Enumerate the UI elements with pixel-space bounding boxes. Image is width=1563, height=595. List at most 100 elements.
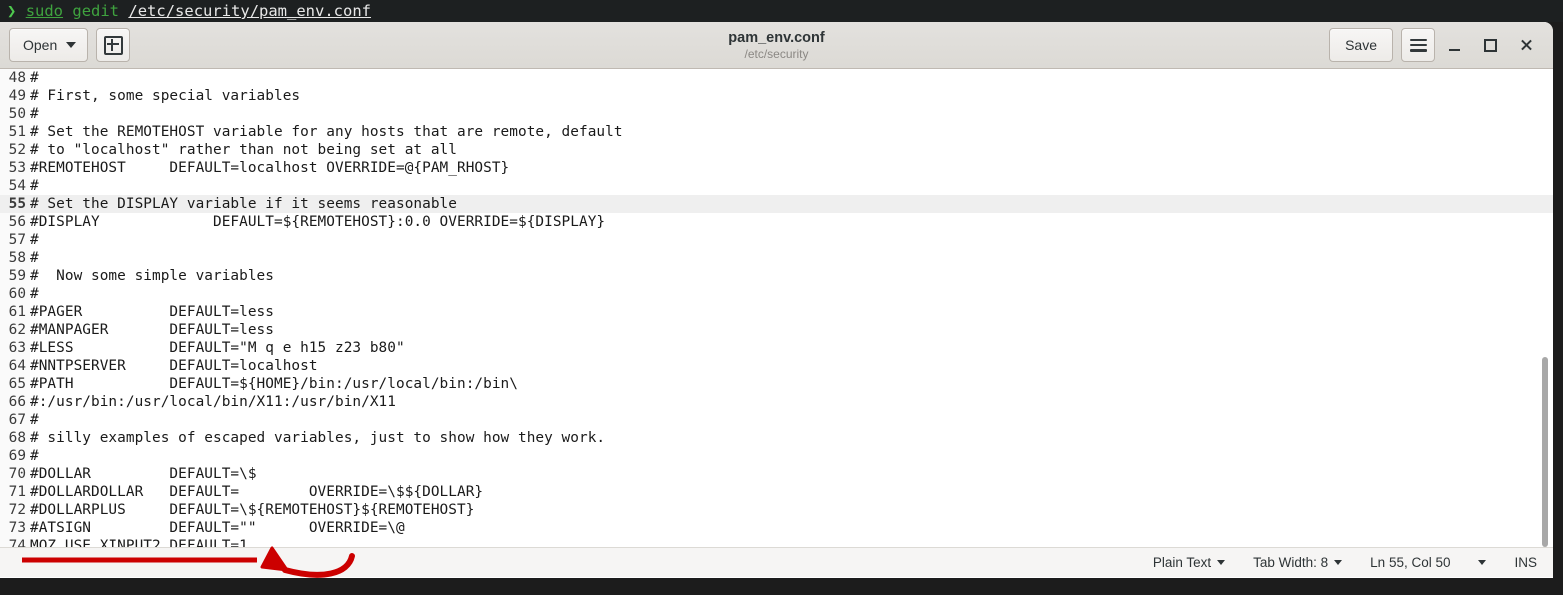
line-text[interactable]: #	[30, 69, 1553, 87]
line-number: 74	[0, 537, 30, 547]
maximize-button[interactable]	[1473, 28, 1507, 62]
line-number: 65	[0, 375, 30, 393]
terminal-program-token: gedit	[72, 2, 119, 20]
code-line[interactable]: 57#	[0, 231, 1553, 249]
text-editor-area[interactable]: 48#49# First, some special variables50#5…	[0, 69, 1553, 547]
line-text[interactable]: #	[30, 231, 1553, 249]
code-line[interactable]: 63#LESS DEFAULT="M q e h15 z23 b80"	[0, 339, 1553, 357]
line-text[interactable]: MOZ_USE_XINPUT2 DEFAULT=1	[30, 537, 1553, 547]
code-line[interactable]: 54#	[0, 177, 1553, 195]
language-selector[interactable]: Plain Text	[1139, 555, 1239, 570]
new-tab-button[interactable]	[96, 28, 130, 62]
cursor-position-selector[interactable]: Ln 55, Col 50	[1356, 555, 1464, 570]
line-text[interactable]: #DISPLAY DEFAULT=${REMOTEHOST}:0.0 OVERR…	[30, 213, 1553, 231]
header-right-group: Save	[1329, 28, 1553, 62]
line-text[interactable]: #	[30, 447, 1553, 465]
code-line[interactable]: 56#DISPLAY DEFAULT=${REMOTEHOST}:0.0 OVE…	[0, 213, 1553, 231]
line-text[interactable]: #	[30, 285, 1553, 303]
code-line[interactable]: 74MOZ_USE_XINPUT2 DEFAULT=1	[0, 537, 1553, 547]
vertical-scrollbar[interactable]	[1542, 357, 1548, 547]
tab-width-selector[interactable]: Tab Width: 8	[1239, 555, 1356, 570]
code-line[interactable]: 48#	[0, 69, 1553, 87]
save-button[interactable]: Save	[1329, 28, 1393, 62]
terminal-path-token: /etc/security/pam_env.conf	[128, 2, 371, 20]
line-number: 58	[0, 249, 30, 267]
line-number: 72	[0, 501, 30, 519]
page-title: pam_env.conf	[728, 30, 824, 47]
line-number: 67	[0, 411, 30, 429]
line-number: 62	[0, 321, 30, 339]
line-text[interactable]: #REMOTEHOST DEFAULT=localhost OVERRIDE=@…	[30, 159, 1553, 177]
cursor-position-dropdown[interactable]	[1464, 560, 1500, 565]
line-text[interactable]: #DOLLAR DEFAULT=\$	[30, 465, 1553, 483]
code-line[interactable]: 70#DOLLAR DEFAULT=\$	[0, 465, 1553, 483]
line-text[interactable]: # Set the DISPLAY variable if it seems r…	[30, 195, 1553, 213]
line-text[interactable]: #	[30, 105, 1553, 123]
terminal-command-line: ❯ sudo gedit /etc/security/pam_env.conf	[0, 0, 1563, 22]
line-text[interactable]: #PAGER DEFAULT=less	[30, 303, 1553, 321]
code-line[interactable]: 69#	[0, 447, 1553, 465]
line-text[interactable]: # Now some simple variables	[30, 267, 1553, 285]
line-text[interactable]: #LESS DEFAULT="M q e h15 z23 b80"	[30, 339, 1553, 357]
line-text[interactable]: #ATSIGN DEFAULT="" OVERRIDE=\@	[30, 519, 1553, 537]
line-text[interactable]: # First, some special variables	[30, 87, 1553, 105]
line-number: 63	[0, 339, 30, 357]
plus-box-icon	[104, 36, 123, 55]
close-icon	[1520, 39, 1533, 52]
line-number: 70	[0, 465, 30, 483]
hamburger-icon	[1410, 39, 1427, 52]
line-text[interactable]: #PATH DEFAULT=${HOME}/bin:/usr/local/bin…	[30, 375, 1553, 393]
chevron-down-icon	[1334, 560, 1342, 565]
code-line[interactable]: 51# Set the REMOTEHOST variable for any …	[0, 123, 1553, 141]
chevron-down-icon	[1217, 560, 1225, 565]
code-line[interactable]: 68# silly examples of escaped variables,…	[0, 429, 1553, 447]
open-button-label: Open	[23, 37, 57, 53]
code-line[interactable]: 62#MANPAGER DEFAULT=less	[0, 321, 1553, 339]
code-line[interactable]: 61#PAGER DEFAULT=less	[0, 303, 1553, 321]
code-line[interactable]: 66#:/usr/bin:/usr/local/bin/X11:/usr/bin…	[0, 393, 1553, 411]
line-number: 64	[0, 357, 30, 375]
code-line[interactable]: 73#ATSIGN DEFAULT="" OVERRIDE=\@	[0, 519, 1553, 537]
line-text[interactable]: #	[30, 249, 1553, 267]
line-number: 51	[0, 123, 30, 141]
code-line[interactable]: 53#REMOTEHOST DEFAULT=localhost OVERRIDE…	[0, 159, 1553, 177]
code-line[interactable]: 52# to "localhost" rather than not being…	[0, 141, 1553, 159]
code-line[interactable]: 64#NNTPSERVER DEFAULT=localhost	[0, 357, 1553, 375]
code-line[interactable]: 50#	[0, 105, 1553, 123]
insert-mode-indicator: INS	[1500, 555, 1537, 570]
line-text[interactable]: #	[30, 177, 1553, 195]
code-line[interactable]: 71#DOLLARDOLLAR DEFAULT= OVERRIDE=\$${DO…	[0, 483, 1553, 501]
main-menu-button[interactable]	[1401, 28, 1435, 62]
code-line[interactable]: 59# Now some simple variables	[0, 267, 1553, 285]
line-text[interactable]: # silly examples of escaped variables, j…	[30, 429, 1553, 447]
line-number: 59	[0, 267, 30, 285]
line-text[interactable]: #NNTPSERVER DEFAULT=localhost	[30, 357, 1553, 375]
minimize-icon	[1449, 49, 1460, 51]
line-text[interactable]: #MANPAGER DEFAULT=less	[30, 321, 1553, 339]
code-line[interactable]: 55# Set the DISPLAY variable if it seems…	[0, 195, 1553, 213]
minimize-button[interactable]	[1437, 28, 1471, 62]
chevron-down-icon	[66, 42, 76, 48]
line-number: 57	[0, 231, 30, 249]
insert-mode-label: INS	[1514, 555, 1537, 570]
close-button[interactable]	[1509, 28, 1543, 62]
code-line[interactable]: 60#	[0, 285, 1553, 303]
code-line[interactable]: 65#PATH DEFAULT=${HOME}/bin:/usr/local/b…	[0, 375, 1553, 393]
code-line[interactable]: 49# First, some special variables	[0, 87, 1553, 105]
line-text[interactable]: #:/usr/bin:/usr/local/bin/X11:/usr/bin/X…	[30, 393, 1553, 411]
window-title-block: pam_env.conf /etc/security	[0, 22, 1553, 68]
code-line[interactable]: 67#	[0, 411, 1553, 429]
line-number: 71	[0, 483, 30, 501]
line-text[interactable]: # to "localhost" rather than not being s…	[30, 141, 1553, 159]
line-text[interactable]: #	[30, 411, 1553, 429]
line-text[interactable]: # Set the REMOTEHOST variable for any ho…	[30, 123, 1553, 141]
cursor-position-label: Ln 55, Col 50	[1370, 555, 1450, 570]
line-number: 48	[0, 69, 30, 87]
header-bar: pam_env.conf /etc/security Open Save	[0, 22, 1553, 69]
line-text[interactable]: #DOLLARPLUS DEFAULT=\${REMOTEHOST}${REMO…	[30, 501, 1553, 519]
code-line[interactable]: 72#DOLLARPLUS DEFAULT=\${REMOTEHOST}${RE…	[0, 501, 1553, 519]
chevron-down-icon	[1478, 560, 1486, 565]
code-line[interactable]: 58#	[0, 249, 1553, 267]
open-button[interactable]: Open	[9, 28, 88, 62]
line-text[interactable]: #DOLLARDOLLAR DEFAULT= OVERRIDE=\$${DOLL…	[30, 483, 1553, 501]
